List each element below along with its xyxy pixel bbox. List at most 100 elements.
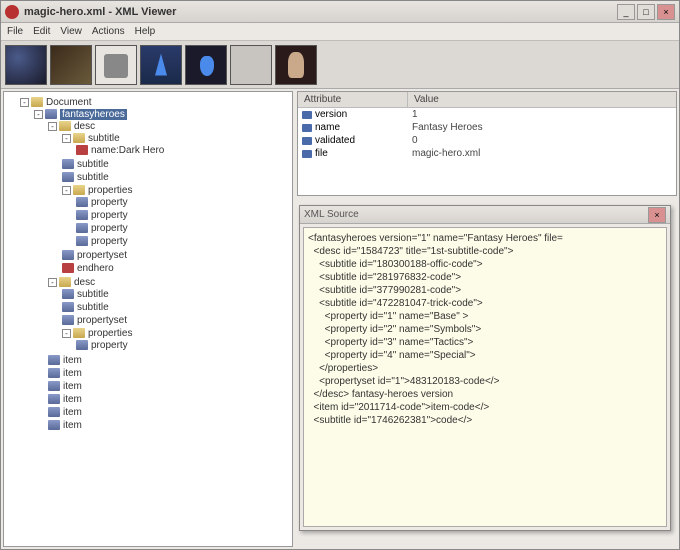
tree-node[interactable]: item (48, 393, 290, 406)
toolbar-btn-2[interactable] (50, 45, 92, 85)
tree-node[interactable]: item (48, 380, 290, 393)
toolbar-btn-4[interactable] (140, 45, 182, 85)
attr-name: validated (315, 135, 355, 146)
source-window[interactable]: XML Source × <fantasyheroes version="1" … (299, 205, 671, 531)
expand-icon[interactable]: - (34, 110, 43, 119)
red-tag-icon (62, 263, 74, 273)
expand-icon[interactable]: - (62, 186, 71, 195)
src-line: <property id="1" name="Base" > (308, 310, 662, 323)
tree-node[interactable]: item (48, 367, 290, 380)
tree-node[interactable]: name:Dark Hero (76, 144, 290, 157)
src-line: <subtitle id="472281047-trick-code"> (308, 297, 662, 310)
expand-icon[interactable]: - (48, 278, 57, 287)
source-text-area[interactable]: <fantasyheroes version="1" name="Fantasy… (303, 227, 667, 527)
tree-node-selected[interactable]: -fantasyheroes -desc -subtitle name:Dark… (34, 108, 290, 433)
close-button[interactable]: × (657, 4, 675, 20)
tree-node[interactable]: property (76, 339, 290, 352)
toolbar-btn-6[interactable] (230, 45, 272, 85)
src-line: <propertyset id="1">483120183-code</> (308, 375, 662, 388)
toolbar-btn-1[interactable] (5, 45, 47, 85)
tree-node[interactable]: -desc -subtitle name:Dark Hero subtitle (48, 120, 290, 276)
tree-node[interactable]: -desc subtitle subtitle propertyset -pro… (48, 276, 290, 354)
toolbar-btn-3[interactable] (95, 45, 137, 85)
minimize-button[interactable]: _ (617, 4, 635, 20)
tag-icon (76, 210, 88, 220)
src-line: <property id="2" name="Symbols"> (308, 323, 662, 336)
tree-node[interactable]: subtitle (62, 171, 290, 184)
attr-name: name (315, 122, 340, 133)
tree-node[interactable]: propertyset (62, 314, 290, 327)
tree-node[interactable]: endhero (62, 262, 290, 275)
attr-icon (302, 124, 312, 132)
body-area: -Document -fantasyheroes -desc -subtitle… (1, 89, 679, 549)
attr-row[interactable]: file magic-hero.xml (298, 147, 676, 160)
tree-node[interactable]: property (76, 235, 290, 248)
folder-icon (59, 121, 71, 131)
tag-icon (62, 172, 74, 182)
attr-row[interactable]: name Fantasy Heroes (298, 121, 676, 134)
expand-icon[interactable]: - (48, 122, 57, 131)
tag-icon (76, 223, 88, 233)
col-attribute[interactable]: Attribute (298, 92, 408, 107)
tag-icon (76, 197, 88, 207)
attr-name: file (315, 148, 328, 159)
expand-icon[interactable]: - (62, 134, 71, 143)
tree-root[interactable]: -Document -fantasyheroes -desc -subtitle… (20, 96, 290, 434)
source-title-bar[interactable]: XML Source × (300, 206, 670, 224)
tree-node[interactable]: item (48, 419, 290, 432)
src-line: <desc id="1584723" title="1st-subtitle-c… (308, 245, 662, 258)
folder-icon (73, 328, 85, 338)
red-tag-icon (76, 145, 88, 155)
menu-help[interactable]: Help (135, 26, 156, 37)
attr-row[interactable]: version 1 (298, 108, 676, 121)
attr-icon (302, 150, 312, 158)
col-value[interactable]: Value (408, 92, 445, 107)
tag-icon (48, 355, 60, 365)
src-line: <property id="3" name="Tactics"> (308, 336, 662, 349)
tag-icon (48, 407, 60, 417)
src-line: <subtitle id="377990281-code"> (308, 284, 662, 297)
tag-icon (62, 159, 74, 169)
tree-node[interactable]: item (48, 354, 290, 367)
menu-edit[interactable]: Edit (33, 26, 50, 37)
tree-node[interactable]: property (76, 196, 290, 209)
tree-node[interactable]: -properties property property property p… (62, 184, 290, 249)
tree-node[interactable]: -subtitle name:Dark Hero (62, 132, 290, 158)
tag-icon (48, 368, 60, 378)
window-title: magic-hero.xml - XML Viewer (24, 6, 617, 18)
maximize-button[interactable]: □ (637, 4, 655, 20)
expand-icon[interactable]: - (62, 329, 71, 338)
tag-icon (48, 420, 60, 430)
menu-view[interactable]: View (60, 26, 82, 37)
folder-icon (31, 97, 43, 107)
source-window-title: XML Source (304, 209, 648, 220)
src-line: <subtitle id="180300188-offic-code"> (308, 258, 662, 271)
tag-icon (45, 109, 57, 119)
tree-node[interactable]: subtitle (62, 301, 290, 314)
tree-panel[interactable]: -Document -fantasyheroes -desc -subtitle… (3, 91, 293, 547)
menu-actions[interactable]: Actions (92, 26, 125, 37)
toolbar-btn-5[interactable] (185, 45, 227, 85)
source-close-button[interactable]: × (648, 207, 666, 223)
tree-node[interactable]: property (76, 222, 290, 235)
src-line: <subtitle id="1746262381">code</> (308, 414, 662, 427)
src-line: <item id="2011714-code">item-code</> (308, 401, 662, 414)
expand-icon[interactable]: - (20, 98, 29, 107)
tree-node[interactable]: subtitle (62, 158, 290, 171)
src-line: </properties> (308, 362, 662, 375)
folder-icon (73, 185, 85, 195)
attr-row[interactable]: validated 0 (298, 134, 676, 147)
toolbar-btn-7[interactable] (275, 45, 317, 85)
tree-node[interactable]: item (48, 406, 290, 419)
tree-node[interactable]: property (76, 209, 290, 222)
menu-bar: File Edit View Actions Help (1, 23, 679, 41)
attributes-panel: Attribute Value version 1 name Fantasy H… (297, 91, 677, 196)
tree-node[interactable]: -properties property (62, 327, 290, 353)
tree-node[interactable]: propertyset (62, 249, 290, 262)
tag-icon (62, 302, 74, 312)
tag-icon (76, 236, 88, 246)
title-bar[interactable]: magic-hero.xml - XML Viewer _ □ × (1, 1, 679, 23)
tree-node[interactable]: subtitle (62, 288, 290, 301)
menu-file[interactable]: File (7, 26, 23, 37)
main-window: magic-hero.xml - XML Viewer _ □ × File E… (0, 0, 680, 550)
